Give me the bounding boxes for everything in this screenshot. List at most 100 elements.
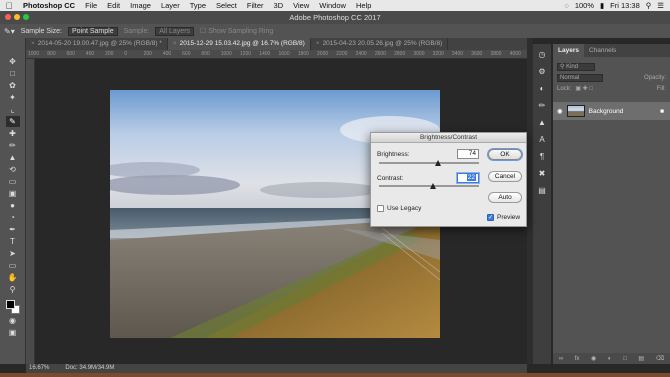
libraries-panel-icon[interactable]: ▤: [537, 186, 547, 196]
dodge-icon[interactable]: ◔: [6, 212, 20, 223]
ok-button[interactable]: OK: [488, 149, 522, 160]
screen-mode-icon[interactable]: ▣: [6, 327, 20, 338]
menu-3d[interactable]: 3D: [269, 1, 289, 10]
lock-icon[interactable]: ■: [660, 108, 664, 115]
apple-icon[interactable]: : [0, 1, 18, 11]
marquee-icon[interactable]: □: [6, 68, 20, 79]
tools-presets-icon[interactable]: ✖: [537, 169, 547, 179]
ruler-tick-label: 800: [201, 51, 210, 57]
dialog-title[interactable]: Brightness/Contrast: [371, 133, 526, 143]
menu-file[interactable]: File: [80, 1, 102, 10]
path-select-icon[interactable]: ➤: [6, 248, 20, 259]
color-swatches[interactable]: [5, 300, 20, 314]
menu-select[interactable]: Select: [211, 1, 242, 10]
stamp-icon[interactable]: ▲: [6, 152, 20, 163]
link-layers-icon[interactable]: ∞: [559, 356, 563, 362]
minimize-window-icon[interactable]: [14, 14, 20, 20]
zoom-icon[interactable]: ⚲: [6, 284, 20, 295]
kind-filter-select[interactable]: ⚲ Kind: [557, 62, 595, 71]
blend-mode-select[interactable]: Normal: [557, 73, 603, 82]
new-layer-icon[interactable]: ▤: [638, 355, 644, 362]
history-panel-icon[interactable]: ◷: [537, 50, 547, 60]
menu-layer[interactable]: Layer: [156, 1, 185, 10]
use-legacy-checkbox[interactable]: [377, 205, 384, 212]
ruler-tick-label: 1200: [239, 51, 252, 57]
doc-tab-active[interactable]: × 2015-12-29 15.03.42.jpg @ 16.7% (RGB/8): [167, 38, 311, 50]
wifi-icon[interactable]: ◌: [564, 1, 568, 10]
close-window-icon[interactable]: [5, 14, 11, 20]
menu-view[interactable]: View: [288, 1, 314, 10]
contrast-input[interactable]: 22: [457, 173, 479, 183]
lock-icons[interactable]: ▣ ✚ □: [575, 85, 593, 92]
battery-icon[interactable]: ▮: [600, 1, 604, 10]
brush-icon[interactable]: ✏: [6, 140, 20, 151]
layers-panel-tabs: Layers Channels: [553, 44, 670, 57]
zoom-window-icon[interactable]: [23, 14, 29, 20]
character-panel-icon[interactable]: A: [537, 135, 547, 145]
quick-mask-icon[interactable]: ◉: [6, 315, 20, 326]
properties-panel-icon[interactable]: ⚙: [537, 67, 547, 77]
close-tab-icon[interactable]: ×: [31, 40, 35, 47]
foreground-color-swatch[interactable]: [5, 300, 15, 309]
contrast-slider-thumb[interactable]: [430, 183, 436, 189]
eyedropper-tool-preset-icon[interactable]: ✎▾: [4, 27, 15, 36]
doc-tab[interactable]: × 2015-04-23 20.05.26.jpg @ 25% (RGB/8): [311, 38, 449, 50]
visibility-eye-icon[interactable]: ◉: [557, 107, 563, 115]
vertical-ruler[interactable]: [26, 59, 35, 364]
healing-icon[interactable]: ✚: [6, 128, 20, 139]
close-tab-icon[interactable]: ×: [316, 40, 320, 47]
add-mask-icon[interactable]: ◉: [591, 355, 596, 362]
shape-icon[interactable]: ▭: [6, 260, 20, 271]
brightness-input[interactable]: 74: [457, 149, 479, 159]
lock-label: Lock:: [557, 85, 572, 92]
new-group-icon[interactable]: □: [623, 356, 627, 362]
ruler-tick-label: 200: [143, 51, 152, 57]
brush-panel-icon[interactable]: ✏: [537, 101, 547, 111]
adjustment-layer-icon[interactable]: ◐: [608, 356, 612, 362]
menu-app[interactable]: Photoshop CC: [18, 1, 80, 10]
quick-select-icon[interactable]: ✦: [6, 92, 20, 103]
delete-layer-icon[interactable]: ⌫: [656, 355, 664, 362]
lasso-icon[interactable]: ✿: [6, 80, 20, 91]
tab-layers[interactable]: Layers: [553, 44, 584, 57]
menu-filter[interactable]: Filter: [242, 1, 269, 10]
clone-source-icon[interactable]: ▲: [537, 118, 547, 128]
history-brush-icon[interactable]: ⟲: [6, 164, 20, 175]
auto-button[interactable]: Auto: [488, 192, 522, 203]
menu-edit[interactable]: Edit: [102, 1, 125, 10]
list-icon[interactable]: ☰: [657, 1, 664, 10]
close-tab-icon[interactable]: ×: [173, 40, 177, 47]
hand-icon[interactable]: ✋: [6, 272, 20, 283]
type-icon[interactable]: T: [6, 236, 20, 247]
menu-window[interactable]: Window: [314, 1, 351, 10]
doc-tab[interactable]: × 2014-05-20 19.00.47.jpg @ 25% (RGB/8) *: [26, 38, 168, 50]
layer-style-icon[interactable]: fx: [575, 356, 580, 362]
layer-row[interactable]: ◉ Background ■: [553, 102, 670, 120]
menu-help[interactable]: Help: [351, 1, 376, 10]
brightness-slider-thumb[interactable]: [435, 160, 441, 166]
tab-channels[interactable]: Channels: [584, 44, 621, 57]
gradient-icon[interactable]: ▣: [6, 188, 20, 199]
eraser-icon[interactable]: ▭: [6, 176, 20, 187]
brightness-slider-track[interactable]: [379, 162, 479, 164]
menu-image[interactable]: Image: [125, 1, 156, 10]
adjustments-panel-icon[interactable]: ◐: [537, 84, 547, 94]
menu-type[interactable]: Type: [185, 1, 211, 10]
search-icon[interactable]: ⚲: [646, 1, 652, 10]
horizontal-ruler[interactable]: 1000 800 600 400 200 0 200 400 600 800 1000 1200 140…: [26, 50, 527, 59]
zoom-level[interactable]: 16.67%: [29, 364, 49, 373]
sample-select[interactable]: All Layers: [155, 26, 195, 36]
contrast-slider-track[interactable]: [379, 185, 479, 187]
blur-icon[interactable]: ●: [6, 200, 20, 211]
cancel-button[interactable]: Cancel: [488, 171, 522, 182]
pen-icon[interactable]: ✒: [6, 224, 20, 235]
sample-size-select[interactable]: Point Sample: [67, 26, 118, 36]
move-icon[interactable]: ✥: [6, 56, 20, 67]
clock[interactable]: Fri 13:38: [610, 1, 640, 10]
paragraph-panel-icon[interactable]: ¶: [537, 152, 547, 162]
show-sampling-ring-checkbox[interactable]: ☐ Show Sampling Ring: [200, 27, 273, 35]
preview-checkbox[interactable]: ✓: [487, 214, 494, 221]
doc-size[interactable]: Doc: 34.9M/34.9M: [65, 364, 114, 373]
eyedropper-icon[interactable]: ✎: [5, 116, 20, 127]
crop-icon[interactable]: ⌞: [6, 104, 20, 115]
